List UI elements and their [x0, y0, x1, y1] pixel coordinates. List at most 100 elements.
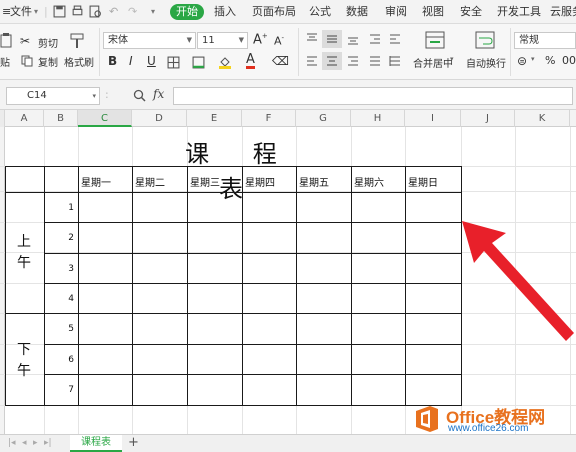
sheet-tab-schedule[interactable]: 课程表: [70, 435, 122, 452]
italic-button[interactable]: I: [129, 54, 133, 68]
align-bottom-icon[interactable]: [346, 32, 360, 46]
column-header-j[interactable]: J: [461, 110, 515, 127]
borders-icon[interactable]: [167, 56, 180, 69]
divider: [510, 28, 511, 76]
tab-view[interactable]: 视图: [422, 4, 444, 20]
fill-color-icon[interactable]: [218, 55, 232, 69]
indent-increase-icon[interactable]: [388, 32, 402, 46]
formula-input[interactable]: [173, 87, 573, 105]
clear-format-icon[interactable]: ⌫: [272, 54, 289, 68]
tab-developer[interactable]: 开发工具: [497, 4, 541, 20]
column-header-a[interactable]: A: [5, 110, 44, 127]
tab-insert[interactable]: 插入: [214, 4, 236, 20]
format-painter-button[interactable]: 格式刷: [64, 54, 94, 69]
add-sheet-button[interactable]: +: [128, 435, 139, 451]
bold-button[interactable]: B: [108, 54, 117, 68]
align-top-icon[interactable]: [305, 32, 319, 46]
align-right-icon[interactable]: [346, 54, 360, 68]
table-border: [5, 166, 6, 406]
indent-decrease-icon[interactable]: [368, 32, 382, 46]
column-header-k[interactable]: K: [515, 110, 570, 127]
font-name-select[interactable]: 宋体 ▼: [103, 32, 196, 49]
underline-button[interactable]: U: [147, 54, 156, 68]
currency-chevron-icon[interactable]: ▾: [531, 55, 535, 63]
table-border: [44, 374, 461, 375]
zoom-icon[interactable]: [133, 89, 146, 102]
period-number: 7: [68, 385, 74, 395]
table-border: [5, 405, 461, 406]
tab-security[interactable]: 安全: [460, 4, 482, 20]
percent-icon[interactable]: %: [545, 54, 555, 67]
wrap-text-button[interactable]: 自动换行: [466, 55, 506, 70]
paste-icon[interactable]: [0, 32, 12, 48]
quick-access-chevron-icon[interactable]: ▾: [151, 4, 155, 20]
tab-data[interactable]: 数据: [346, 4, 368, 20]
office-logo-icon: [416, 406, 438, 432]
align-left-icon[interactable]: [305, 54, 319, 68]
prev-sheet-icon[interactable]: ◂: [22, 438, 27, 448]
column-header-c[interactable]: C: [78, 110, 132, 127]
sheet-tab-bar: |◂ ◂ ▸ ▸| 课程表 +: [0, 434, 576, 452]
column-header-g[interactable]: G: [296, 110, 351, 127]
currency-icon[interactable]: ⊜: [517, 54, 527, 68]
wrap-text-icon[interactable]: [474, 29, 496, 51]
number-format-select[interactable]: 常规: [514, 32, 576, 49]
period-number: 1: [68, 203, 74, 213]
merge-center-button[interactable]: 合并居中: [413, 55, 453, 70]
formula-bar: C14 ▾ : fx: [0, 80, 576, 110]
merge-center-icon[interactable]: [424, 29, 446, 51]
tab-review[interactable]: 审阅: [385, 4, 407, 20]
morning-label-top: 上: [17, 234, 31, 250]
print-icon[interactable]: [71, 5, 84, 18]
tab-page-layout[interactable]: 页面布局: [252, 4, 296, 20]
last-sheet-icon[interactable]: ▸|: [44, 438, 52, 448]
table-border: [44, 253, 461, 254]
font-color-button[interactable]: A: [246, 53, 255, 69]
distributed-icon[interactable]: [388, 54, 402, 68]
cut-button[interactable]: 剪切: [38, 35, 58, 50]
table-border: [405, 166, 406, 406]
menu-bar: ≡ 文件 ▾ | ↶ ↷ ▾ 开始 插入 页面布局 公式 数据 审阅 视图 安全…: [0, 0, 576, 24]
file-menu[interactable]: 文件: [10, 4, 32, 20]
period-number: 4: [68, 294, 74, 304]
table-border: [242, 166, 243, 406]
next-sheet-icon[interactable]: ▸: [33, 438, 38, 448]
tab-cloud[interactable]: 云服务: [550, 4, 576, 20]
undo-icon[interactable]: ↶: [109, 4, 118, 20]
cut-icon[interactable]: ✂: [20, 34, 30, 48]
align-middle-button[interactable]: [322, 30, 342, 48]
tab-home[interactable]: 开始: [170, 4, 204, 20]
period-number: 6: [68, 355, 74, 365]
copy-button[interactable]: 复制: [38, 54, 58, 69]
column-header-b[interactable]: B: [44, 110, 78, 127]
redo-icon[interactable]: ↷: [128, 4, 137, 20]
period-number: 5: [68, 324, 74, 334]
increase-font-button[interactable]: A+: [253, 32, 268, 47]
name-box-chevron-icon[interactable]: ▾: [92, 88, 96, 104]
file-chevron-icon[interactable]: ▾: [34, 4, 38, 20]
column-header-f[interactable]: F: [242, 110, 296, 127]
font-size-select[interactable]: 11 ▼: [197, 32, 248, 49]
format-painter-icon[interactable]: [68, 32, 86, 50]
justify-icon[interactable]: [368, 54, 382, 68]
red-arrow-annotation: [462, 221, 574, 341]
comma-style-icon[interactable]: 000: [562, 54, 576, 67]
column-header-d[interactable]: D: [132, 110, 187, 127]
first-sheet-icon[interactable]: |◂: [8, 438, 16, 448]
day-header-tue: 星期二: [135, 178, 165, 189]
save-icon[interactable]: [53, 5, 66, 18]
day-header-wed: 星期三: [190, 178, 220, 189]
paste-button[interactable]: 贴: [0, 54, 10, 69]
column-header-e[interactable]: E: [187, 110, 242, 127]
print-preview-icon[interactable]: [89, 5, 102, 18]
decrease-font-button[interactable]: A-: [274, 34, 284, 48]
align-center-button[interactable]: [322, 52, 342, 70]
column-header-i[interactable]: I: [405, 110, 461, 127]
merge-center-chevron-icon[interactable]: ▾: [450, 55, 454, 63]
insert-function-button[interactable]: fx: [153, 87, 164, 101]
tab-formulas[interactable]: 公式: [309, 4, 331, 20]
column-header-h[interactable]: H: [351, 110, 405, 127]
fill-shading-icon[interactable]: [192, 56, 205, 69]
copy-icon[interactable]: [21, 55, 33, 67]
name-box[interactable]: C14 ▾: [6, 87, 100, 105]
